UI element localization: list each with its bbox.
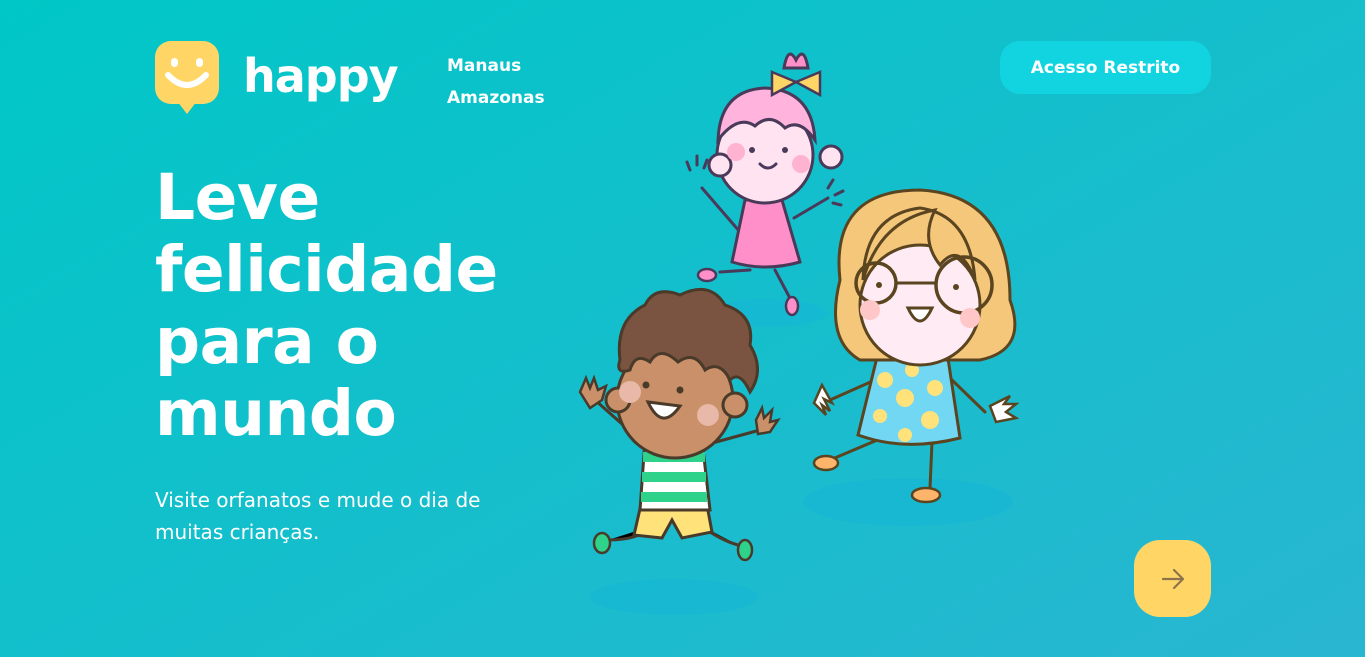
brand-name: happy: [243, 49, 399, 103]
hero-subtitle: Visite orfanatos e mude o dia de muitas …: [155, 488, 481, 544]
hero-title: Leve felicidade para o mundo: [155, 161, 498, 450]
kids-illustration: [578, 52, 1020, 615]
logo[interactable]: happy: [155, 41, 399, 115]
location-state: Amazonas: [447, 88, 545, 108]
arrow-right-icon: [1161, 568, 1184, 589]
smiley-pin-icon: [155, 41, 219, 114]
enter-app-button[interactable]: [1134, 540, 1211, 617]
location: Manaus Amazonas: [447, 50, 545, 114]
location-city: Manaus: [447, 56, 522, 76]
